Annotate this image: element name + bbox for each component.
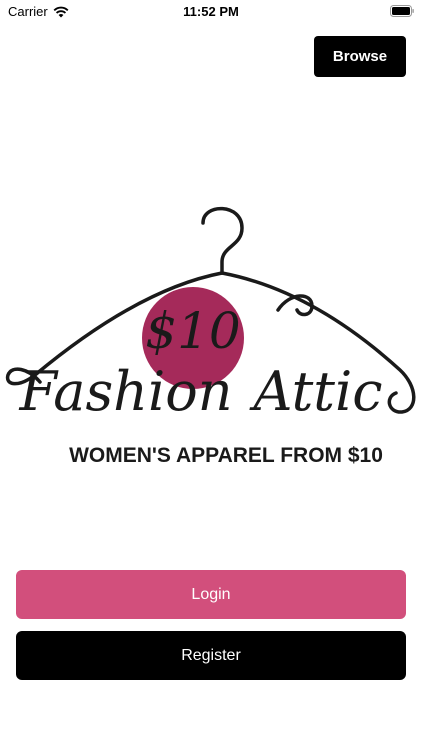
logo-name-fashion: Fashion	[18, 360, 232, 423]
battery-icon	[390, 5, 414, 17]
logo-tagline: WOMEN'S APPAREL FROM $10	[69, 444, 383, 467]
browse-button[interactable]: Browse	[314, 36, 406, 77]
register-button[interactable]: Register	[16, 631, 406, 680]
logo-name-attic: Attic	[249, 360, 383, 423]
logo-price: $10	[145, 302, 240, 360]
status-time: 11:52 PM	[183, 4, 239, 19]
status-bar: Carrier 11:52 PM	[0, 0, 422, 24]
fashion-attic-logo: $10 Fashion Attic WOMEN'S APPAREL FROM $…	[5, 206, 416, 467]
login-button[interactable]: Login	[16, 570, 406, 619]
